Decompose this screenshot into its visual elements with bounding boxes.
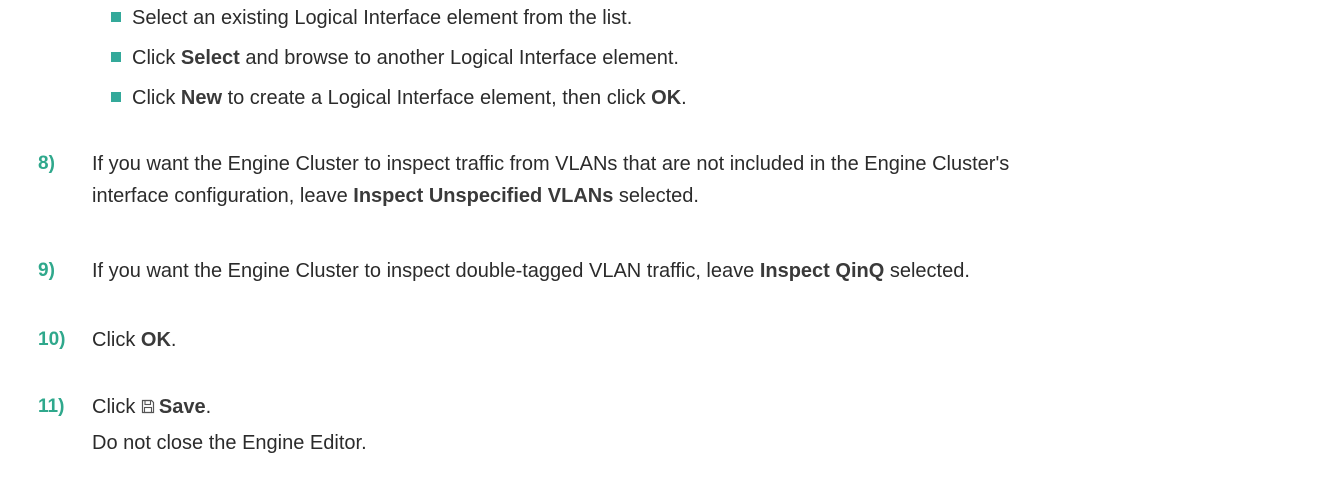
text-run: interface configuration, leave bbox=[92, 185, 354, 207]
bullet-square-icon bbox=[111, 92, 121, 102]
step-line: If you want the Engine Cluster to inspec… bbox=[92, 153, 1010, 175]
bullet-square-icon bbox=[111, 12, 121, 22]
step-line: Do not close the Engine Editor. bbox=[92, 432, 367, 454]
bullet-text-prefix: Click bbox=[132, 47, 181, 69]
inspect-qinq-term: Inspect QinQ bbox=[759, 260, 885, 282]
step-text: Click Save. Do not close the Engine Edit… bbox=[92, 394, 1312, 456]
bullet-text-prefix: Click bbox=[132, 87, 181, 109]
step-text: If you want the Engine Cluster to inspec… bbox=[92, 151, 1312, 209]
save-term: Save bbox=[158, 396, 206, 418]
ok-term: OK bbox=[651, 87, 682, 109]
bullet-text-suffix: . bbox=[681, 87, 687, 109]
step-number: 10) bbox=[38, 329, 66, 350]
inspect-unspecified-vlans-term: Inspect Unspecified VLANs bbox=[353, 185, 614, 207]
bullet-square-icon bbox=[111, 52, 121, 62]
document-page: Select an existing Logical Interface ele… bbox=[0, 0, 1325, 495]
step-line: Click Save. bbox=[92, 394, 1312, 420]
text-run: Click bbox=[92, 329, 141, 351]
text-run: selected. bbox=[884, 260, 970, 282]
list-item: Select an existing Logical Interface ele… bbox=[108, 5, 687, 31]
select-term: Select bbox=[180, 47, 240, 69]
step-number: 11) bbox=[38, 396, 65, 417]
text-run: . bbox=[205, 396, 212, 418]
bullet-text: Select an existing Logical Interface ele… bbox=[132, 7, 633, 29]
text-run: selected. bbox=[613, 185, 699, 207]
step-number: 8) bbox=[38, 153, 55, 174]
text-run: If you want the Engine Cluster to inspec… bbox=[92, 260, 760, 282]
save-icon bbox=[141, 399, 154, 414]
new-term: New bbox=[180, 87, 223, 109]
bullet-text-suffix: and browse to another Logical Interface … bbox=[239, 47, 679, 69]
text-run: Click bbox=[92, 396, 141, 418]
bullet-text-middle: to create a Logical Interface element, t… bbox=[222, 87, 652, 109]
step-text: Click OK. bbox=[92, 327, 1312, 353]
logical-interface-options: Select an existing Logical Interface ele… bbox=[108, 5, 687, 125]
list-item: Click New to create a Logical Interface … bbox=[108, 85, 687, 111]
list-item: Click Select and browse to another Logic… bbox=[108, 45, 687, 71]
step-line: interface configuration, leave Inspect U… bbox=[92, 183, 1312, 209]
text-run: . bbox=[170, 329, 177, 351]
ok-term: OK bbox=[140, 329, 171, 351]
step-text: If you want the Engine Cluster to inspec… bbox=[92, 258, 1312, 284]
step-number: 9) bbox=[38, 260, 55, 281]
